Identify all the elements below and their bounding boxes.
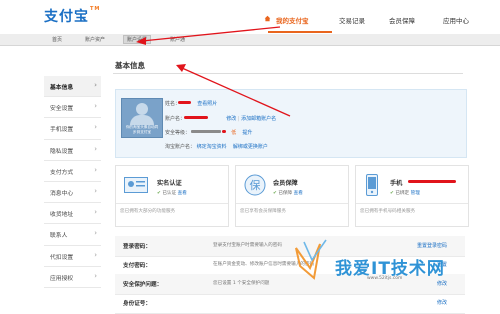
sidebar-item-contacts[interactable]: 联系人 ›: [44, 224, 101, 246]
card-real-name: [115, 165, 229, 227]
security-level-fill: [222, 130, 226, 133]
chevron-right-icon: ›: [94, 144, 97, 153]
subnav-settings[interactable]: 账户设置: [123, 35, 152, 44]
chevron-right-icon: ›: [94, 208, 97, 217]
unbind-taobao-link[interactable]: 解绑或更换账户: [233, 144, 268, 150]
sidebar-item-security[interactable]: 安全设置 ›: [44, 97, 101, 119]
subnav-assets[interactable]: 账户资产: [85, 36, 105, 43]
sub-navigation: 首页 账户资产 账户设置 账户通: [0, 34, 500, 46]
card-phone-link[interactable]: 管理: [411, 191, 420, 196]
page-title: 基本信息: [115, 61, 145, 70]
subnav-home[interactable]: 首页: [52, 36, 62, 43]
card-member-protection-title: 会员保障: [273, 180, 298, 187]
svg-text:保: 保: [250, 178, 261, 192]
sidebar-item-basic-info[interactable]: 基本信息 ›: [44, 76, 101, 98]
redaction-mark: [408, 180, 456, 183]
security-level-bar: [191, 130, 221, 133]
chevron-right-icon: ›: [94, 81, 97, 89]
chevron-right-icon: ›: [94, 165, 97, 174]
nav-active-underline: [268, 31, 332, 33]
card-real-name-link[interactable]: 查看: [178, 191, 187, 196]
sidebar-item-app-auth[interactable]: 应用授权 ›: [44, 267, 101, 288]
card-real-name-status: ✔ 已认证 查看: [157, 191, 187, 196]
redaction-mark: [178, 101, 191, 104]
watermark-logo-icon: [295, 239, 327, 280]
card-member-protection-status: ✔ 已保障 查看: [273, 191, 303, 196]
reset-login-password-link[interactable]: 重置登录密码: [417, 242, 447, 249]
sidebar-item-payment[interactable]: 支付方式 ›: [44, 161, 101, 182]
add-email-link[interactable]: 添加邮箱账户名: [241, 116, 276, 122]
alipay-logo[interactable]: 支付宝TM: [44, 6, 100, 26]
card-real-name-note: 您已拥有大部分的功能服务: [120, 209, 176, 214]
sidebar: 基本信息 › 安全设置 › 手机设置 › 隐私设置 › 支付方式 › 消息中心 › 收货地址…: [44, 76, 101, 288]
nav-app-center[interactable]: 应用中心: [443, 15, 469, 25]
avatar[interactable]: 你的淘宝头像自动同步到支付宝: [121, 98, 163, 138]
edit-id-link[interactable]: 修改: [437, 299, 447, 306]
home-icon: [264, 15, 271, 22]
shield-icon: 保: [244, 174, 266, 196]
chevron-right-icon: ›: [94, 250, 97, 259]
improve-security-link[interactable]: 提升: [242, 130, 252, 136]
divider: [113, 73, 463, 74]
bind-taobao-link[interactable]: 绑定淘宝资料: [197, 144, 227, 150]
view-photo-link[interactable]: 查看照片: [197, 101, 217, 107]
card-phone-title: 手机: [390, 180, 403, 187]
chevron-right-icon: ›: [94, 186, 97, 195]
account-row: 账户名： 修改 | 添加邮箱账户名: [165, 116, 277, 122]
sidebar-item-phone[interactable]: 手机设置 ›: [44, 118, 101, 140]
chevron-right-icon: ›: [94, 102, 97, 111]
watermark-url: www.52itjs.com: [367, 276, 403, 281]
nav-transactions[interactable]: 交易记录: [339, 15, 365, 25]
card-phone-status: ✔ 已绑定 管理: [390, 191, 420, 196]
card-real-name-title: 实名认证: [157, 180, 182, 187]
chevron-right-icon: ›: [94, 271, 97, 280]
taobao-row: 淘宝账户名： 绑定淘宝资料 解绑或更换账户: [165, 144, 268, 150]
sidebar-item-withholding[interactable]: 代扣设置 ›: [44, 246, 101, 267]
edit-security-question-link[interactable]: 修改: [437, 280, 447, 287]
chevron-right-icon: ›: [94, 229, 97, 238]
name-row: 姓名： 查看照片: [165, 101, 218, 107]
card-phone-note: 您已拥有手机号码相关服务: [360, 209, 416, 214]
card-member-protection-note: 您已享有会员保障服务: [240, 209, 286, 214]
table-row: 身份证号： 修改: [115, 293, 465, 314]
id-card-icon: [124, 177, 148, 193]
sidebar-item-privacy[interactable]: 隐私设置 ›: [44, 140, 101, 161]
top-header: 支付宝TM 我的支付宝 交易记录 会员保障 应用中心: [0, 0, 500, 34]
redaction-mark: [184, 116, 208, 119]
phone-icon: [366, 174, 378, 196]
sidebar-item-address[interactable]: 收货地址 ›: [44, 203, 101, 225]
subnav-account-pass[interactable]: 账户通: [170, 36, 185, 43]
card-member-protection-link[interactable]: 查看: [294, 191, 303, 196]
chevron-right-icon: ›: [94, 123, 97, 132]
edit-account-link[interactable]: 修改: [226, 116, 236, 122]
nav-my-alipay[interactable]: 我的支付宝: [276, 15, 309, 25]
nav-member-protection[interactable]: 会员保障: [389, 15, 415, 25]
user-icon: [136, 103, 148, 115]
security-level-value: 低: [231, 130, 237, 136]
sidebar-item-messages[interactable]: 消息中心 ›: [44, 182, 101, 204]
